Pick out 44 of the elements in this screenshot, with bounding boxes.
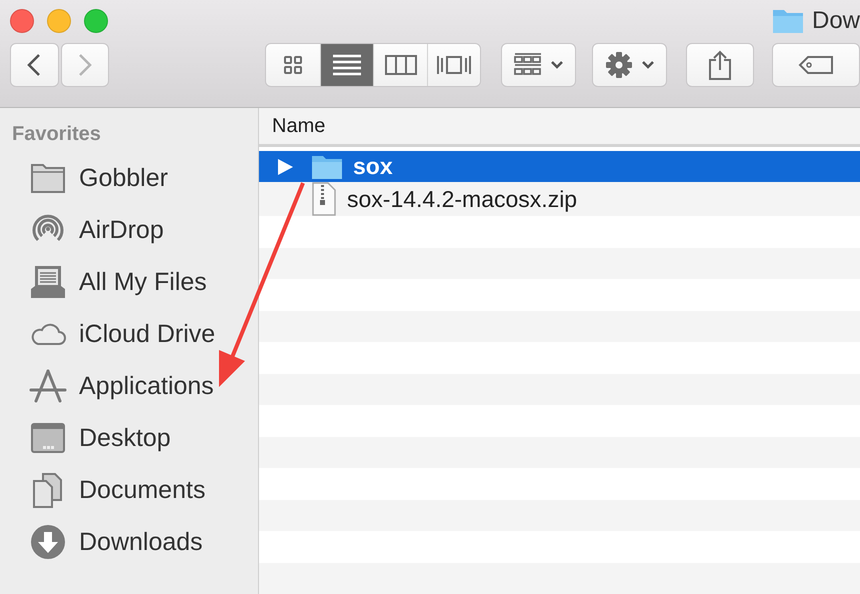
- tag-button[interactable]: [772, 43, 860, 87]
- sidebar-item[interactable]: AirDrop: [0, 204, 258, 256]
- sidebar-item[interactable]: Desktop: [0, 412, 258, 464]
- download-icon: [29, 523, 67, 561]
- sidebar-item[interactable]: Gobbler: [0, 152, 258, 204]
- sidebar-item[interactable]: All My Files: [0, 256, 258, 308]
- coverflow-icon: [436, 54, 472, 76]
- apps-icon: [29, 367, 67, 405]
- back-button[interactable]: [10, 43, 59, 87]
- chevron-down-icon: [640, 60, 655, 70]
- sidebar-heading: Favorites: [11, 123, 102, 146]
- sidebar-item[interactable]: Documents: [0, 464, 258, 516]
- sidebar-item[interactable]: Downloads: [0, 516, 258, 568]
- settings-icon: [604, 51, 633, 79]
- file-tray-icon: [29, 263, 67, 301]
- zip-file-icon: [311, 182, 337, 216]
- view-mode-button[interactable]: [373, 44, 427, 86]
- file-name: sox-14.4.2-macosx.zip: [347, 186, 578, 213]
- view-mode-button[interactable]: [266, 44, 320, 86]
- grid-icon: [283, 55, 304, 75]
- share-button[interactable]: [686, 43, 754, 87]
- sidebar-item[interactable]: iCloud Drive: [0, 308, 258, 360]
- list-icon: [332, 54, 362, 76]
- file-name: sox: [353, 153, 393, 180]
- chevron-right-icon: [78, 53, 92, 77]
- view-mode-button[interactable]: [426, 44, 480, 86]
- folder-icon: [772, 8, 804, 34]
- arrange-icon: [514, 53, 542, 77]
- file-row[interactable]: sox: [259, 150, 860, 182]
- action-button[interactable]: [592, 43, 668, 87]
- window-title: Dow: [812, 7, 860, 35]
- column-header[interactable]: Name: [272, 114, 326, 138]
- triangle-right-icon[interactable]: [276, 158, 294, 176]
- chevron-left-icon: [27, 53, 42, 77]
- arrange-button[interactable]: [501, 43, 576, 87]
- file-row[interactable]: sox-14.4.2-macosx.zip: [259, 182, 860, 216]
- columns-icon: [384, 55, 417, 75]
- share-icon: [708, 50, 732, 80]
- view-mode-button[interactable]: [320, 44, 374, 86]
- tag-icon: [798, 55, 834, 75]
- close-button[interactable]: [10, 9, 34, 33]
- folder-icon: [311, 154, 343, 180]
- chevron-down-icon: [550, 60, 564, 70]
- sidebar-item[interactable]: Applications: [0, 360, 258, 412]
